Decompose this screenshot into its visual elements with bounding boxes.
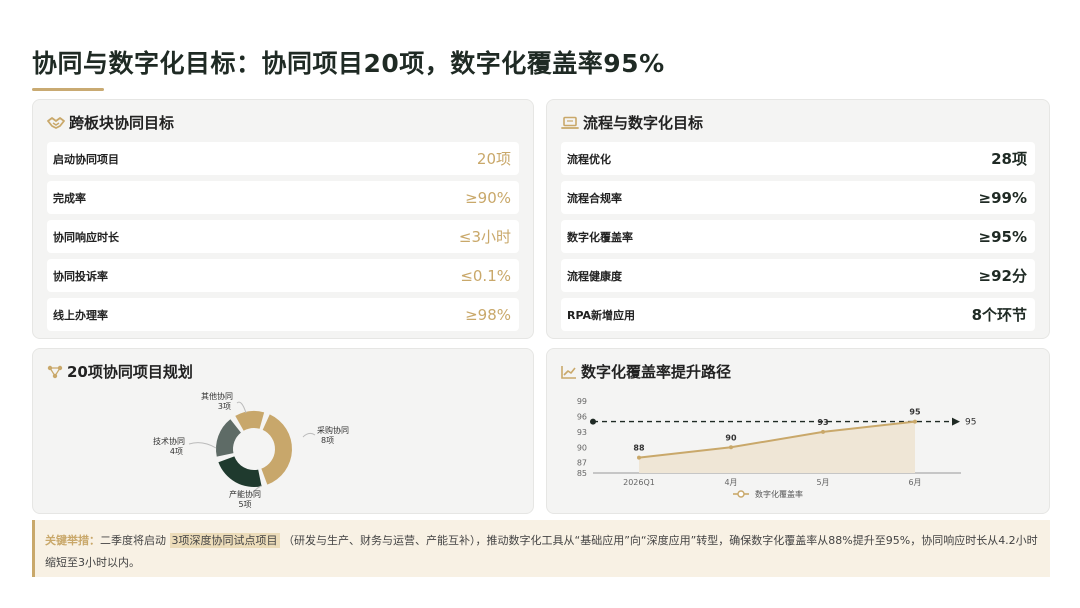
line-chart: 8587 90 93 96 99 95 88 2026Q1 90 4月 93 5月 95 6月数字化覆盖率	[577, 397, 977, 499]
list-item: 流程优化 28项	[561, 142, 1035, 175]
row-value: 8个环节	[971, 306, 1027, 324]
donut-slice	[235, 411, 265, 431]
row-value: ≤0.1%	[460, 266, 511, 285]
row-value: ≥98%	[465, 305, 511, 324]
list-item: 协同投诉率 ≤0.1%	[47, 259, 519, 292]
row-label: 流程优化	[567, 152, 611, 166]
donut-slice	[215, 419, 241, 457]
target-arrow	[952, 417, 960, 426]
donut-chart: 采购协同8项产能协同5项 技术协同4项 其他协同3项	[153, 391, 349, 509]
legend-swatch-marker	[737, 490, 745, 498]
row-value: ≥90%	[465, 188, 511, 207]
target-label: 95	[965, 418, 976, 428]
y-tick-label: 99	[577, 397, 587, 406]
row-label: 协同投诉率	[53, 269, 108, 283]
data-point	[729, 445, 733, 450]
title-underline	[32, 88, 104, 91]
row-label: 流程合规率	[567, 191, 622, 205]
row-label: 启动协同项目	[53, 152, 119, 166]
row-label: 协同响应时长	[53, 230, 119, 244]
donut-slice	[261, 414, 293, 485]
page-title: 协同与数字化目标：协同项目20项，数字化覆盖率95%	[32, 49, 665, 78]
x-tick-label: 6月	[908, 478, 921, 487]
right-rows: 流程优化 28项 流程合规率 ≥99% 数字化覆盖率 ≥95% 流程健康度 ≥92分 R…	[561, 142, 1035, 337]
data-label: 95	[909, 408, 921, 417]
target-start-point	[590, 418, 596, 425]
row-value: 28项	[991, 150, 1027, 168]
data-point	[913, 419, 917, 424]
card-header: 流程与数字化目标	[561, 112, 703, 133]
row-label: 完成率	[53, 191, 86, 205]
note-text: 二季度将启动	[100, 534, 166, 547]
slice-label: 采购协同	[317, 425, 349, 435]
list-item: 启动协同项目 20项	[47, 142, 519, 175]
y-tick-label: 96	[577, 412, 587, 421]
leader-line	[236, 401, 247, 414]
card-title: 流程与数字化目标	[583, 114, 704, 132]
list-item: 线上办理率 ≥98%	[47, 298, 519, 331]
row-value: 20项	[476, 150, 511, 168]
row-label: 流程健康度	[567, 269, 622, 283]
legend-label: 数字化覆盖率	[755, 489, 803, 499]
y-tick-label: 93	[577, 428, 587, 437]
data-point	[821, 429, 825, 434]
slice-value: 8项	[321, 436, 334, 445]
card-title: 跨板块协同目标	[69, 114, 175, 132]
list-item: 完成率 ≥90%	[47, 181, 519, 214]
y-tick-label: 90	[577, 443, 587, 452]
data-label: 88	[633, 444, 645, 453]
cross-sector-card: 跨板块协同目标 启动协同项目 20项 完成率 ≥90% 协同响应时长 ≤3小时 协同投…	[32, 99, 534, 339]
y-tick-label: 87	[577, 459, 587, 468]
slice-value: 5项	[238, 500, 251, 509]
leader-line	[302, 432, 316, 438]
donut-slice	[218, 456, 262, 487]
x-tick-label: 2026Q1	[623, 478, 655, 487]
coverage-path-card: 数字化覆盖率提升路径 85 87 90 93 96 99 95 88 2026Q1 90 4月 93 5…	[546, 348, 1050, 514]
row-label: 线上办理率	[53, 308, 108, 322]
process-digital-card: 流程与数字化目标 流程优化 28项 流程合规率 ≥99% 数字化覆盖率 ≥95% 流程…	[546, 99, 1050, 339]
data-point	[637, 455, 641, 460]
data-label: 93	[817, 418, 828, 427]
row-label: 数字化覆盖率	[567, 230, 633, 244]
row-label: RPA新增应用	[567, 308, 636, 322]
row-value: ≥92分	[978, 267, 1027, 285]
note-keyword: 关键举措：	[45, 534, 100, 547]
laptop-icon	[561, 116, 579, 130]
row-value: ≥99%	[978, 188, 1027, 207]
list-item: RPA新增应用 8个环节	[561, 298, 1035, 331]
slice-value: 4项	[170, 447, 183, 456]
slice-label: 其他协同	[201, 391, 233, 401]
slice-label: 技术协同	[153, 436, 185, 446]
note-highlight: 3项深度协同试点项目	[169, 533, 280, 548]
x-tick-label: 5月	[816, 478, 829, 487]
project-plan-card: 20项协同项目规划 采购协同 8项 产能协同 5项 技术协同 4项 其他协同 3项	[32, 348, 534, 514]
handshake-icon	[47, 116, 65, 130]
list-item: 流程健康度 ≥92分	[561, 259, 1035, 292]
row-value: ≥95%	[978, 227, 1027, 246]
leader-line	[188, 442, 217, 449]
series-area	[639, 421, 915, 473]
slice-value: 3项	[218, 402, 231, 411]
card-header: 跨板块协同目标	[47, 112, 174, 133]
row-value: ≤3小时	[458, 228, 511, 246]
data-label: 90	[725, 433, 737, 442]
list-item: 数字化覆盖率 ≥95%	[561, 220, 1035, 253]
left-rows: 启动协同项目 20项 完成率 ≥90% 协同响应时长 ≤3小时 协同投诉率 ≤0.1% …	[47, 142, 519, 337]
list-item: 流程合规率 ≥99%	[561, 181, 1035, 214]
y-tick-label: 85	[577, 469, 587, 478]
slice-label: 产能协同	[229, 489, 261, 499]
list-item: 协同响应时长 ≤3小时	[47, 220, 519, 253]
key-measures-note: 关键举措：二季度将启动 3项深度协同试点项目 （研发与生产、财务与运营、产能互补…	[32, 520, 1050, 577]
x-tick-label: 4月	[724, 478, 737, 487]
